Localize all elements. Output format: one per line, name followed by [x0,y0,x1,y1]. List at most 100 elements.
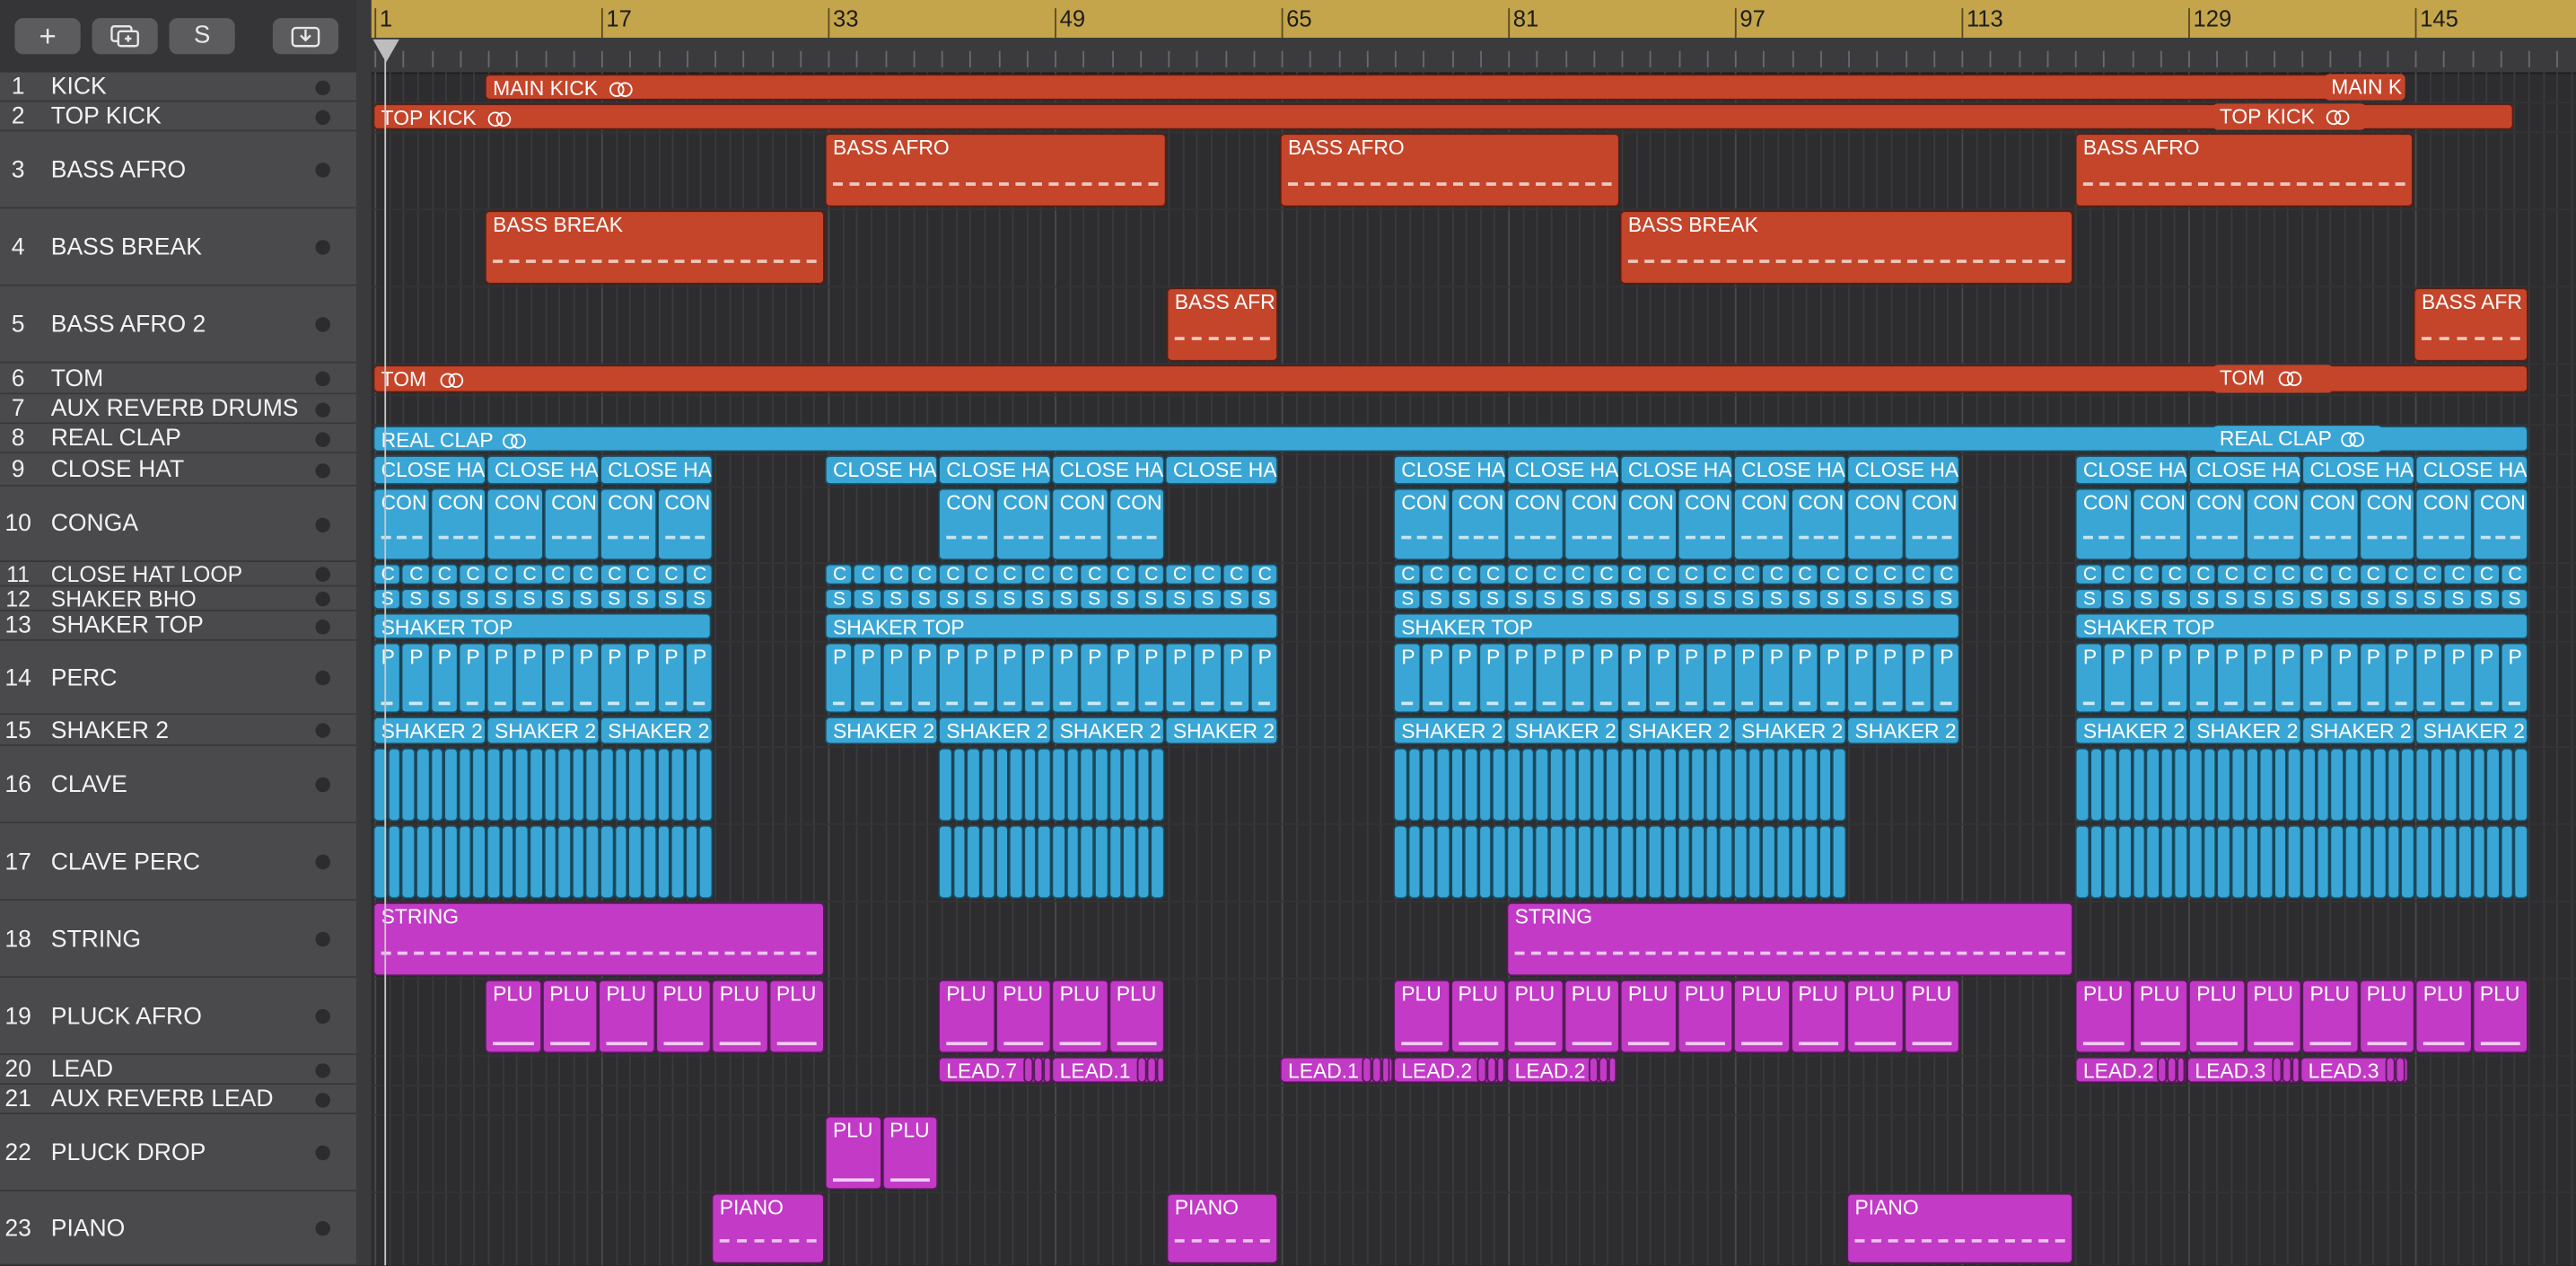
region[interactable]: CLOSE HA [2414,455,2528,485]
region[interactable] [1563,747,1578,822]
region[interactable] [2358,824,2373,900]
track-header[interactable]: 6 TOM [0,363,357,395]
region[interactable] [1022,747,1038,822]
region[interactable]: C [1080,563,1108,585]
region[interactable] [585,747,600,822]
track-header[interactable]: 16 CLAVE [0,745,357,824]
region[interactable] [2157,1056,2167,1084]
region[interactable] [1761,747,1776,822]
region[interactable]: P [2471,642,2501,714]
region[interactable] [2514,824,2528,900]
region[interactable]: SHAKER 2. [600,717,714,745]
region[interactable]: SHAKER 2. [1164,717,1279,745]
region[interactable]: S [2216,588,2246,611]
region[interactable]: S [1221,588,1250,611]
region[interactable]: BASS BREAK [484,210,825,285]
region[interactable] [684,824,699,900]
region[interactable]: S [1193,588,1222,611]
region[interactable]: P [1874,642,1904,714]
region[interactable]: C [1535,563,1564,585]
region[interactable]: BASS AFRO [824,133,1167,207]
region[interactable] [2500,747,2515,822]
region[interactable]: C [514,563,543,585]
region[interactable]: C [372,563,402,585]
region[interactable]: C [1193,563,1222,585]
region[interactable] [1023,1056,1033,1084]
region[interactable]: P [1051,642,1081,714]
region[interactable]: PLU [1393,979,1450,1054]
region[interactable] [2074,747,2090,822]
record-enable-dot[interactable] [315,431,330,446]
region[interactable]: S [1563,588,1592,611]
track-name[interactable]: REAL CLAP [51,426,181,452]
record-enable-dot[interactable] [315,1145,330,1161]
region[interactable]: P [1591,642,1620,714]
region[interactable]: S [938,588,967,611]
region[interactable]: SHAKER 2. [372,717,486,745]
region[interactable]: P [486,642,515,714]
region[interactable]: S [909,588,939,611]
region[interactable]: C [2414,563,2444,585]
region[interactable] [1476,1056,1487,1084]
track-header[interactable]: 13 SHAKER TOP [0,611,357,641]
region[interactable]: S [2471,588,2501,611]
region[interactable]: C [1221,563,1250,585]
region[interactable]: CON [372,488,430,561]
region[interactable] [401,824,416,900]
region[interactable]: C [1051,563,1081,585]
track-name[interactable]: SHAKER BHO [51,586,197,611]
region[interactable] [1042,1056,1052,1084]
region[interactable]: C [2245,563,2274,585]
record-enable-dot[interactable] [315,401,330,417]
region[interactable]: BASS AFR [1166,287,1279,362]
region[interactable] [443,747,459,822]
region[interactable]: P [2443,642,2472,714]
region[interactable]: CON [2301,488,2359,561]
region[interactable] [2117,747,2132,822]
region[interactable] [1588,1056,1599,1084]
region[interactable]: S [1535,588,1564,611]
region[interactable]: PLU [824,1115,881,1191]
region[interactable]: PLU [994,979,1052,1054]
record-enable-dot[interactable] [315,723,330,738]
region[interactable] [2074,824,2090,900]
region[interactable] [1136,1056,1147,1084]
track-name[interactable]: TOP KICK [51,103,162,129]
region[interactable]: PLU [598,979,655,1054]
region[interactable]: S [1477,588,1507,611]
region[interactable] [1108,824,1123,900]
region[interactable]: S [1506,588,1536,611]
region[interactable]: PLU [1903,979,1960,1054]
region[interactable] [1535,747,1549,822]
region[interactable]: P [627,642,657,714]
region[interactable] [2188,824,2203,900]
playhead-handle[interactable] [372,39,399,63]
region[interactable]: BASS BREAK [1619,210,2073,285]
region[interactable] [429,747,444,822]
region[interactable]: P [1022,642,1052,714]
track-name[interactable]: CLAVE PERC [51,848,200,875]
record-enable-dot[interactable] [315,1092,330,1107]
region[interactable] [1690,747,1705,822]
region[interactable] [1037,747,1052,822]
region[interactable]: P [1393,642,1422,714]
region[interactable]: CLOSE HA [2188,455,2302,485]
region[interactable]: BASS AFRO [1279,133,1620,207]
region[interactable] [2471,747,2486,822]
region[interactable]: C [2358,563,2388,585]
region[interactable]: P [1249,642,1279,714]
region[interactable]: S [458,588,486,611]
region[interactable] [951,824,967,900]
region[interactable] [2514,747,2528,822]
region[interactable] [2166,1056,2177,1084]
region[interactable]: S [2387,588,2415,611]
region[interactable] [1548,747,1564,822]
region[interactable]: C [1874,563,1904,585]
region[interactable]: PLU [1563,979,1620,1054]
region[interactable]: S [1108,588,1137,611]
region[interactable]: BASS AFRO [2074,133,2414,207]
region[interactable]: S [486,588,515,611]
region[interactable] [1080,824,1094,900]
region[interactable]: PLU [1051,979,1108,1054]
region[interactable]: P [1535,642,1564,714]
